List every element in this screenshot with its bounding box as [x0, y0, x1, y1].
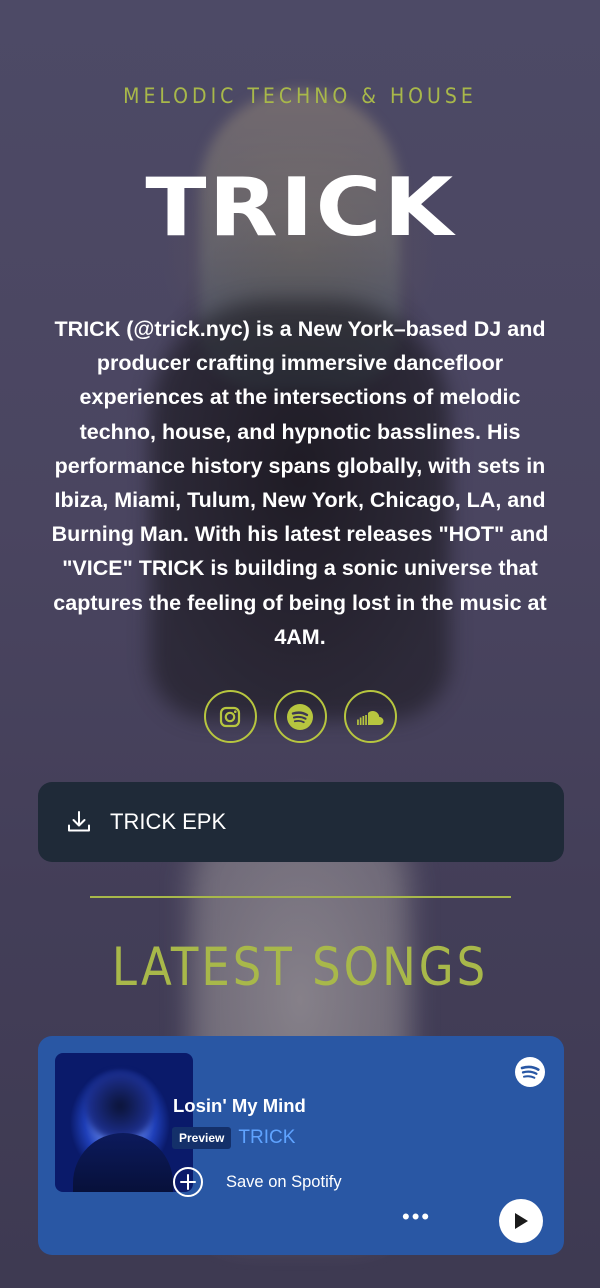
save-on-spotify-label: Save on Spotify	[226, 1172, 342, 1191]
genre-tagline: MELODIC TECHNO & HOUSE	[123, 84, 477, 108]
section-divider	[90, 896, 511, 898]
soundcloud-icon	[357, 710, 384, 725]
track-meta: Preview TRICK	[172, 1127, 295, 1149]
more-options-button[interactable]: •••	[402, 1206, 431, 1228]
soundcloud-link[interactable]	[343, 690, 397, 743]
track-title[interactable]: Losin' My Mind	[173, 1095, 306, 1117]
artist-logo: TRICK	[0, 168, 600, 248]
save-on-spotify-button[interactable]: Save on Spotify	[172, 1166, 342, 1198]
album-art-figure-body	[73, 1133, 173, 1192]
epk-download-button[interactable]: TRICK EPK	[38, 782, 564, 862]
spotify-embed-player	[38, 1036, 564, 1255]
epk-label: TRICK EPK	[110, 809, 227, 834]
social-links	[0, 690, 600, 743]
latest-songs-heading: LATEST SONGS	[111, 936, 489, 998]
artist-bio: TRICK (@trick.nyc) is a New York–based D…	[51, 317, 549, 649]
artist-logo-text: TRICK	[145, 161, 455, 254]
album-art-figure-head	[85, 1071, 155, 1141]
preview-badge: Preview	[172, 1127, 232, 1149]
spotify-logo-icon[interactable]	[514, 1056, 546, 1088]
add-circle-icon	[173, 1167, 203, 1197]
instagram-link[interactable]	[203, 690, 257, 743]
play-button[interactable]	[499, 1199, 543, 1243]
download-icon	[68, 811, 90, 832]
spotify-link[interactable]	[273, 690, 327, 743]
page-content: MELODIC TECHNO & HOUSE TRICK TRICK (@tri…	[0, 0, 600, 1288]
instagram-icon	[219, 706, 241, 727]
spotify-icon	[287, 703, 313, 730]
play-icon	[515, 1213, 528, 1229]
track-artist-link[interactable]: TRICK	[238, 1127, 295, 1149]
